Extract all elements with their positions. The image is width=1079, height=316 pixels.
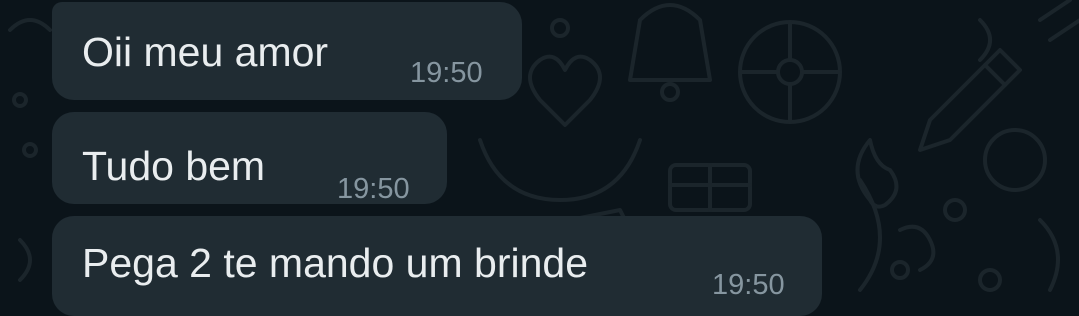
message-text: Oii meu amor <box>82 29 329 75</box>
chat-message-list[interactable]: Oii meu amor 19:50 Tudo bem 19:50 Pega 2… <box>0 0 1079 316</box>
message-timestamp: 19:50 <box>410 57 483 89</box>
message-bubble-incoming[interactable]: Tudo bem 19:50 <box>52 112 447 205</box>
message-timestamp: 19:50 <box>712 269 785 301</box>
message-bubble-incoming[interactable]: Pega 2 te mando um brinde 19:50 <box>52 216 822 316</box>
message-text: Tudo bem <box>82 143 266 189</box>
message-timestamp: 19:50 <box>337 173 410 205</box>
message-text: Pega 2 te mando um brinde <box>82 240 588 286</box>
message-bubble-incoming[interactable]: Oii meu amor 19:50 <box>52 2 522 100</box>
